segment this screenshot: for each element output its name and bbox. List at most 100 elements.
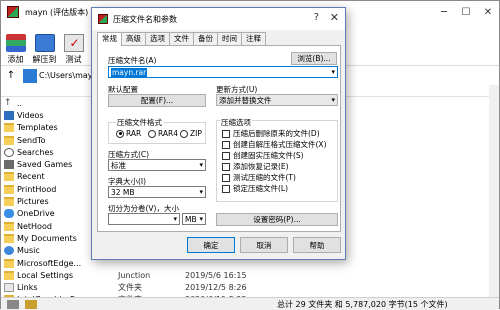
ok-button[interactable]: 确定 — [187, 237, 235, 253]
file-type: Junction — [118, 270, 151, 280]
test-label: 测试 — [65, 55, 82, 64]
file-date: 2019/12/5 8:26 — [185, 283, 247, 293]
tab-backup[interactable]: 备份 — [193, 32, 218, 45]
check-delete-after[interactable]: 压缩后删除原来的文件(D) — [222, 128, 320, 139]
maximize-icon[interactable]: ☐ — [455, 1, 477, 23]
radio-rar-label: RAR — [126, 129, 142, 138]
check-label: 添加恢复记录(E) — [233, 162, 289, 171]
file-row[interactable]: Links 文件夹 2019/12/5 8:26 — [1, 282, 500, 294]
checkbox — [222, 184, 230, 193]
archive-name-label: 压缩文件名(A) — [108, 56, 157, 65]
tab-general[interactable]: 常规 — [97, 32, 122, 46]
extract-button[interactable]: 解压到 — [30, 29, 59, 65]
file-row[interactable]: Local Settings Junction 2019/5/6 16:15 — [1, 269, 500, 281]
radio-dot — [148, 129, 156, 138]
checkbox — [222, 151, 230, 160]
split-size-input[interactable]: ▾ — [108, 213, 180, 225]
dialog-title: 压缩文件名和参数 — [113, 14, 177, 24]
archive-name-value: mayn.rar — [111, 67, 148, 77]
folder-icon — [4, 258, 14, 268]
options-label: 压缩选项 — [220, 117, 252, 128]
folder-icon — [4, 197, 14, 207]
add-button[interactable]: 添加 — [1, 29, 30, 65]
folder-icon — [4, 270, 14, 280]
check-test[interactable]: 测试压缩的文件(T) — [222, 172, 296, 183]
check-label: 测试压缩的文件(T) — [233, 173, 296, 182]
chevron-down-icon: ▾ — [199, 161, 203, 169]
tab-time[interactable]: 时间 — [217, 32, 242, 45]
test-icon — [63, 34, 84, 52]
check-solid[interactable]: 创建固实压缩文件(S) — [222, 150, 304, 161]
check-label: 创建固实压缩文件(S) — [233, 151, 304, 160]
up-icon: ↑ — [4, 97, 12, 108]
check-recovery[interactable]: 添加恢复记录(E) — [222, 161, 289, 172]
general-panel: 压缩文件名(A) 浏览(B)... mayn.rar ▾ 默认配置 配置(F).… — [97, 45, 341, 232]
folder-icon — [4, 221, 14, 231]
music-icon — [4, 246, 14, 256]
radio-zip[interactable]: ZIP — [180, 129, 202, 138]
winrar-icon — [7, 6, 19, 18]
address-path[interactable]: C:\Users\mayn — [39, 71, 98, 80]
update-mode-select[interactable]: 添加并替换文件 ▾ — [216, 94, 338, 106]
close-icon[interactable]: ✕ — [477, 1, 499, 23]
winrar-icon — [98, 14, 108, 24]
add-label: 添加 — [7, 55, 24, 64]
config-button[interactable]: 配置(F)... — [108, 94, 206, 107]
minimize-icon[interactable]: ─ — [433, 1, 455, 23]
checkbox — [222, 173, 230, 182]
onedrive-icon — [4, 209, 14, 219]
extract-icon — [34, 34, 55, 52]
check-lock[interactable]: 锁定压缩文件(L) — [222, 183, 288, 194]
tab-options[interactable]: 选项 — [145, 32, 170, 45]
format-label: 压缩文件格式 — [116, 117, 163, 128]
browse-button[interactable]: 浏览(B)... — [291, 52, 337, 65]
status-bar: 总计 29 文件夹 和 5,787,020 字节(15 个文件) — [1, 297, 499, 310]
folder-icon — [4, 172, 14, 182]
file-type: 文件夹 — [118, 283, 142, 293]
radio-rar[interactable]: RAR — [116, 129, 141, 138]
folder-icon — [4, 233, 14, 243]
dict-size-value: 32 MB — [111, 187, 135, 197]
split-unit-value: MB — [185, 214, 197, 224]
radio-rar4[interactable]: RAR4 — [148, 129, 178, 138]
file-date: 2019/5/6 16:15 — [185, 270, 247, 280]
split-unit-select[interactable]: MB ▾ — [182, 213, 206, 225]
tab-advanced[interactable]: 高级 — [121, 32, 146, 45]
radio-dot — [116, 129, 124, 138]
game-icon — [4, 160, 14, 170]
file-name: Links — [17, 283, 38, 293]
file-name: Local Settings — [17, 270, 74, 280]
tab-comment[interactable]: 注释 — [241, 32, 266, 45]
dict-size-select[interactable]: 32 MB ▾ — [108, 186, 206, 198]
cancel-button[interactable]: 取消 — [240, 237, 288, 253]
check-label: 创建自解压格式压缩文件(X) — [233, 140, 327, 149]
radio-rar4-label: RAR4 — [158, 129, 179, 138]
up-arrow-icon[interactable]: ↑ — [1, 70, 21, 81]
archive-name-field[interactable]: mayn.rar ▾ — [108, 66, 338, 78]
checkbox — [222, 140, 230, 149]
radio-zip-label: ZIP — [190, 129, 202, 138]
status-text: 总计 29 文件夹 和 5,787,020 字节(15 个文件) — [277, 299, 448, 309]
video-icon — [4, 110, 14, 120]
archive-settings-dialog: 压缩文件名和参数 ? ✕ 常规 高级 选项 文件 备份 时间 注释 压缩文件名(… — [91, 7, 346, 260]
method-value: 标准 — [111, 160, 126, 170]
chevron-down-icon: ▾ — [199, 215, 203, 223]
add-archive-icon — [5, 34, 26, 52]
vertical-scrollbar[interactable] — [489, 85, 499, 297]
help-button[interactable]: 帮助 — [293, 237, 341, 253]
help-icon[interactable]: ? — [314, 12, 319, 23]
tab-files[interactable]: 文件 — [169, 32, 194, 45]
link-icon — [4, 283, 14, 293]
close-icon[interactable]: ✕ — [330, 11, 339, 24]
check-sfx[interactable]: 创建自解压格式压缩文件(X) — [222, 139, 327, 150]
folder-icon — [4, 123, 14, 133]
search-icon — [4, 147, 14, 157]
update-mode-value: 添加并替换文件 — [219, 95, 272, 105]
check-label: 锁定压缩文件(L) — [233, 184, 289, 193]
checkbox — [222, 129, 230, 138]
test-button[interactable]: 测试 — [59, 29, 88, 65]
chevron-down-icon[interactable]: ▾ — [331, 68, 335, 76]
extract-label: 解压到 — [32, 55, 57, 64]
set-password-button[interactable]: 设置密码(P)... — [216, 213, 338, 226]
method-select[interactable]: 标准 ▾ — [108, 159, 206, 171]
